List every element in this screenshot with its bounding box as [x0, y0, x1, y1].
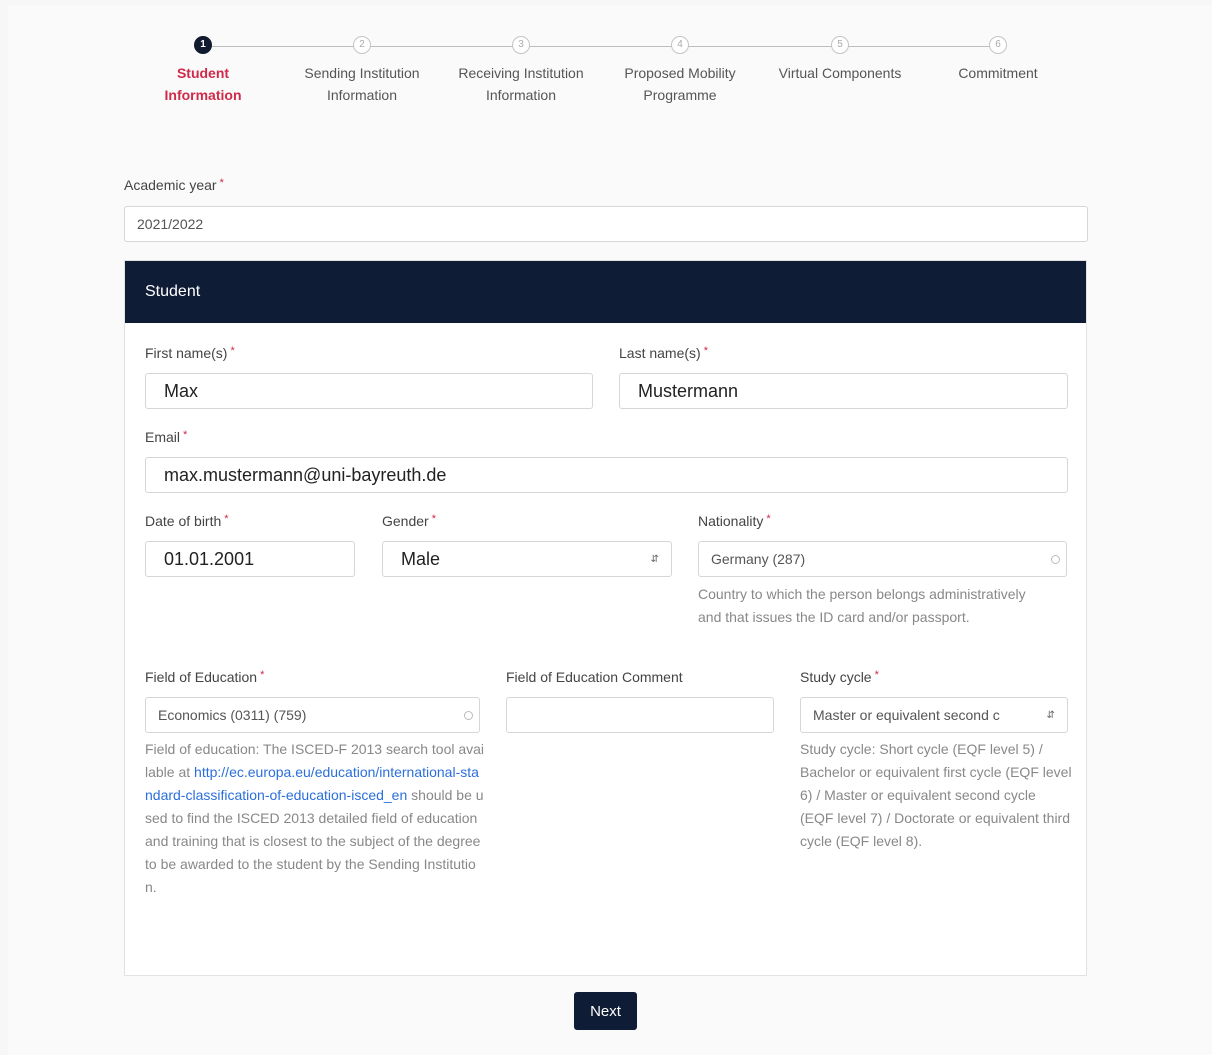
step-label: Student Information	[164, 65, 242, 103]
dob-field[interactable]: 01.01.2001	[145, 541, 355, 577]
step-student-information[interactable]: 1 Student Information	[123, 28, 283, 106]
step-number: 6	[989, 36, 1007, 54]
email-label: Email *	[145, 429, 188, 445]
step-number: 5	[831, 36, 849, 54]
step-label: Virtual Components	[778, 65, 902, 81]
page: 1 Student Information 2 Sending Instituti…	[8, 6, 1212, 1055]
gender-label: Gender *	[382, 513, 436, 529]
nationality-label: Nationality *	[698, 513, 771, 529]
step-label: Commitment	[958, 65, 1038, 81]
field-of-education-select[interactable]: Economics (0311) (759)	[145, 697, 480, 733]
study-cycle-select[interactable]: Master or equivalent second c ⇵	[800, 697, 1068, 733]
step-commitment[interactable]: 6 Commitment	[918, 28, 1078, 84]
step-number: 4	[671, 36, 689, 54]
step-number: 3	[512, 36, 530, 54]
field-of-education-label: Field of Education *	[145, 669, 265, 685]
first-name-field[interactable]: Max	[145, 373, 593, 409]
clear-icon[interactable]	[464, 710, 473, 720]
first-name-label: First name(s) *	[145, 345, 235, 361]
nationality-help-text: Country to which the person belongs admi…	[698, 586, 1026, 625]
step-number: 1	[194, 36, 212, 54]
step-proposed-mobility[interactable]: 4 Proposed Mobility Programme	[600, 28, 760, 106]
clear-icon[interactable]	[1051, 554, 1060, 564]
nationality-select[interactable]: Germany (287)	[698, 541, 1067, 577]
last-name-field[interactable]: Mustermann	[619, 373, 1068, 409]
student-card: Student First name(s) * Max Last name(s) *…	[124, 260, 1087, 976]
step-receiving-institution[interactable]: 3 Receiving Institution Information	[441, 28, 601, 106]
select-arrows-icon: ⇵	[650, 553, 659, 565]
step-number: 2	[353, 36, 371, 54]
student-card-header: Student	[125, 261, 1086, 323]
progress-stepper: 1 Student Information 2 Sending Instituti…	[8, 28, 1212, 128]
gender-select[interactable]: Male ⇵	[382, 541, 672, 577]
study-cycle-label: Study cycle *	[800, 669, 879, 685]
step-label: Proposed Mobility Programme	[624, 65, 736, 103]
step-virtual-components[interactable]: 5 Virtual Components	[760, 28, 920, 84]
step-sending-institution[interactable]: 2 Sending Institution Information	[282, 28, 442, 106]
field-of-education-help-text: Field of education: The ISCED-F 2013 sea…	[145, 741, 485, 895]
academic-year-field[interactable]: 2021/2022	[124, 206, 1088, 242]
step-label: Sending Institution Information	[304, 65, 420, 103]
select-arrows-icon: ⇵	[1046, 709, 1055, 721]
study-cycle-help-text: Study cycle: Short cycle (EQF level 5) /…	[800, 741, 1072, 849]
last-name-label: Last name(s) *	[619, 345, 708, 361]
field-of-education-comment-field[interactable]	[506, 697, 774, 733]
academic-year-label: Academic year *	[124, 177, 224, 193]
field-of-education-comment-label: Field of Education Comment	[506, 669, 683, 685]
email-field[interactable]: max.mustermann@uni-bayreuth.de	[145, 457, 1068, 493]
step-label: Receiving Institution Information	[458, 65, 584, 103]
next-button[interactable]: Next	[574, 992, 637, 1030]
dob-label: Date of birth *	[145, 513, 229, 529]
